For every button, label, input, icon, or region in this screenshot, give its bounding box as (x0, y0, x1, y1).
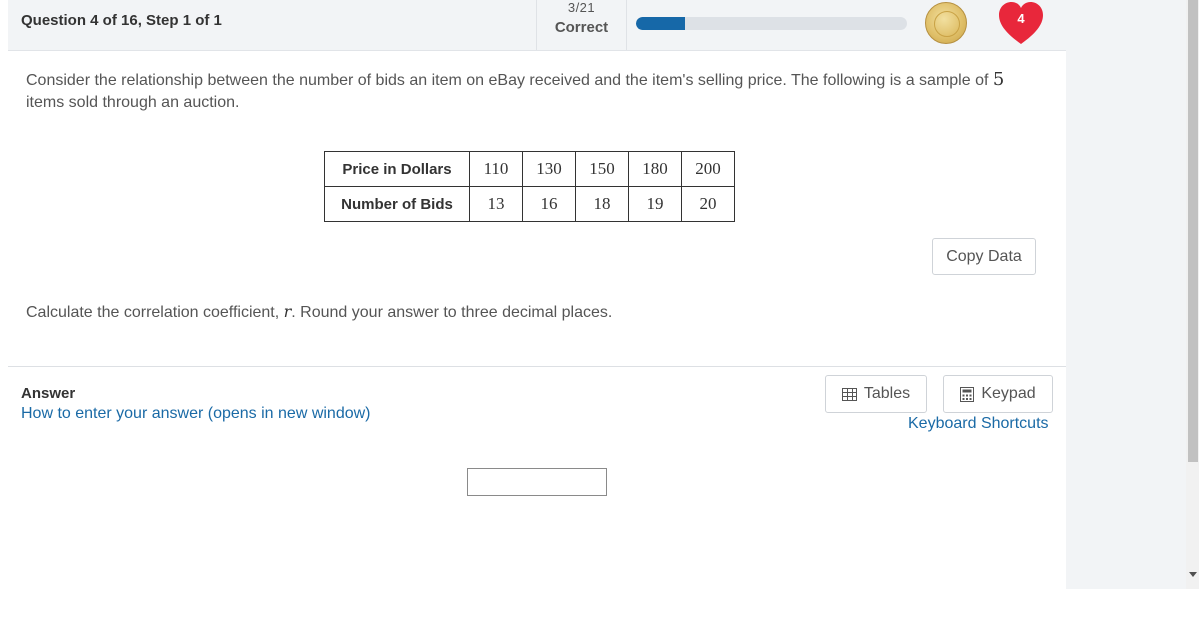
table-cell: 18 (575, 186, 629, 222)
question-instruction: Calculate the correlation coefficient, r… (26, 302, 612, 322)
data-table: Price in Dollars 110 130 150 180 200 Num… (324, 151, 735, 222)
table-cell: 19 (628, 186, 682, 222)
page: Question 4 of 16, Step 1 of 1 3/21 Corre… (0, 0, 1199, 617)
prompt-end: items sold through an auction. (26, 94, 240, 111)
table-row: Number of Bids 13 16 18 19 20 (324, 186, 735, 222)
medal-coin-icon (925, 2, 967, 44)
score-box: 3/21 Correct (536, 0, 627, 50)
table-cell: 16 (522, 186, 576, 222)
copy-data-button[interactable]: Copy Data (932, 238, 1036, 275)
table-cell: 13 (469, 186, 523, 222)
prompt-text: Consider the relationship between the nu… (26, 72, 993, 89)
scrollbar-thumb[interactable] (1188, 0, 1198, 462)
lives-count: 4 (1017, 11, 1025, 26)
keypad-button-content: Keypad (944, 376, 1052, 412)
tables-button[interactable]: Tables (825, 375, 927, 413)
question-title: Question 4 of 16, Step 1 of 1 (21, 12, 222, 29)
keyboard-shortcuts-link[interactable]: Keyboard Shortcuts (908, 415, 1049, 433)
calculator-icon (960, 386, 975, 402)
table-cell: 130 (522, 151, 576, 187)
right-sidebar (1066, 0, 1186, 589)
table-row: Price in Dollars 110 130 150 180 200 (324, 151, 735, 187)
table-cell: 180 (628, 151, 682, 187)
keypad-button-label: Keypad (981, 385, 1036, 402)
answer-input[interactable] (467, 468, 607, 496)
question-prompt: Consider the relationship between the nu… (26, 69, 1046, 114)
tables-button-content: Tables (826, 376, 926, 412)
how-to-enter-answer-link[interactable]: How to enter your answer (opens in new w… (21, 405, 371, 423)
prompt-number: 5 (992, 69, 1005, 90)
score-fraction: 3/21 (567, 0, 596, 15)
score-status: Correct (554, 19, 609, 36)
instruction-text-end: . Round your answer to three decimal pla… (291, 304, 613, 321)
row-header-bids: Number of Bids (324, 186, 470, 222)
table-cell: 150 (575, 151, 629, 187)
answer-label: Answer (21, 385, 76, 402)
table-cell: 110 (469, 151, 523, 187)
table-cell: 200 (681, 151, 735, 187)
instruction-text: Calculate the correlation coefficient, (26, 304, 284, 321)
tables-button-label: Tables (863, 385, 911, 402)
progress-bar (636, 17, 907, 30)
row-header-price: Price in Dollars (324, 151, 470, 187)
progress-bar-fill (636, 17, 685, 30)
scroll-down-arrow-icon[interactable] (1189, 572, 1197, 577)
table-cell: 20 (681, 186, 735, 222)
keypad-button[interactable]: Keypad (943, 375, 1053, 413)
table-grid-icon (841, 387, 857, 401)
